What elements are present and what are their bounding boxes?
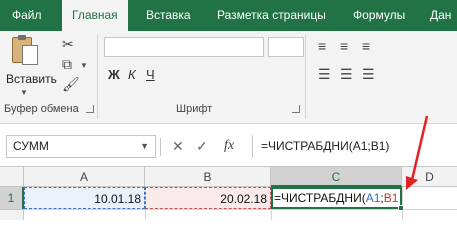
cell-c1[interactable]: =ЧИСТРАБДНИ(A1;B1	[271, 187, 402, 209]
paste-button[interactable]: Вставить ▼	[0, 31, 58, 99]
ribbon-tab-bar: Файл Главная Вставка Разметка страницы Ф…	[0, 0, 457, 31]
column-header-a[interactable]: A	[24, 167, 145, 187]
font-launcher-icon[interactable]	[292, 105, 300, 113]
enter-icon[interactable]: ✓	[196, 139, 208, 153]
paste-sheet-icon	[22, 45, 38, 65]
cancel-icon[interactable]: ✕	[172, 139, 184, 153]
gridline	[24, 209, 457, 210]
gridline	[402, 187, 403, 220]
cell-b1[interactable]: 20.02.18	[145, 187, 271, 209]
group-divider	[97, 35, 98, 119]
tab-data[interactable]: Дан	[430, 0, 451, 31]
align-middle-icon[interactable]: ≡	[340, 39, 348, 53]
column-header-c[interactable]: C	[271, 167, 402, 187]
formula-ref-b1: B1	[383, 191, 399, 205]
bold-icon[interactable]: Ж	[108, 67, 120, 82]
paste-label: Вставить	[6, 72, 57, 86]
tab-insert[interactable]: Вставка	[146, 0, 191, 31]
chevron-down-icon[interactable]: ▼	[80, 61, 88, 70]
formula-bar-divider	[160, 138, 161, 156]
tab-formulas[interactable]: Формулы	[353, 0, 405, 31]
formula-bar: СУММ ▼ ✕ ✓ fx =ЧИСТРАБДНИ(A1;B1)	[0, 124, 457, 166]
chevron-down-icon[interactable]: ▼	[140, 136, 149, 157]
name-box-value: СУММ	[13, 139, 49, 153]
column-header-d[interactable]: D	[402, 167, 457, 187]
italic-icon[interactable]: К	[128, 67, 136, 82]
font-group-label: Шрифт	[176, 103, 213, 115]
tab-home[interactable]: Главная	[62, 0, 128, 31]
copy-icon[interactable]: ⧉	[62, 57, 72, 71]
cut-icon[interactable]: ✂	[62, 37, 74, 51]
tab-file[interactable]: Файл	[12, 0, 42, 31]
underline-icon[interactable]: Ч	[146, 67, 155, 82]
format-painter-icon[interactable]: 🖌	[62, 77, 80, 91]
row-header-2[interactable]	[0, 209, 24, 220]
formula-text: =ЧИСТРАБДНИ(	[274, 191, 366, 205]
clipboard-launcher-icon[interactable]	[86, 105, 94, 113]
align-left-icon[interactable]: ☰	[318, 67, 331, 81]
chevron-down-icon: ▼	[20, 88, 28, 97]
group-divider	[305, 35, 306, 119]
formula-input[interactable]: =ЧИСТРАБДНИ(A1;B1)	[252, 135, 457, 158]
column-header-b[interactable]: B	[145, 167, 271, 187]
row-header-1[interactable]: 1	[0, 187, 24, 209]
formula-ref-a1: A1	[365, 191, 381, 205]
fill-handle[interactable]	[398, 205, 404, 211]
select-all-corner[interactable]	[0, 167, 24, 187]
insert-function-icon[interactable]: fx	[224, 139, 234, 153]
align-right-icon[interactable]: ☰	[362, 67, 375, 81]
align-bottom-icon[interactable]: ≡	[362, 39, 370, 53]
align-center-icon[interactable]: ☰	[340, 67, 353, 81]
align-top-icon[interactable]: ≡	[318, 39, 326, 53]
font-name-box[interactable]	[104, 37, 264, 57]
cell-a1[interactable]: 10.01.18	[24, 187, 145, 209]
font-size-box[interactable]	[268, 37, 304, 57]
ribbon-body: Вставить ▼ ✂ ⧉ ▼ 🖌 Буфер обмена Ж К Ч Шр…	[0, 31, 457, 124]
clipboard-group-label: Буфер обмена	[4, 103, 79, 115]
tab-page-layout[interactable]: Разметка страницы	[217, 0, 326, 31]
name-box[interactable]: СУММ ▼	[6, 135, 156, 158]
